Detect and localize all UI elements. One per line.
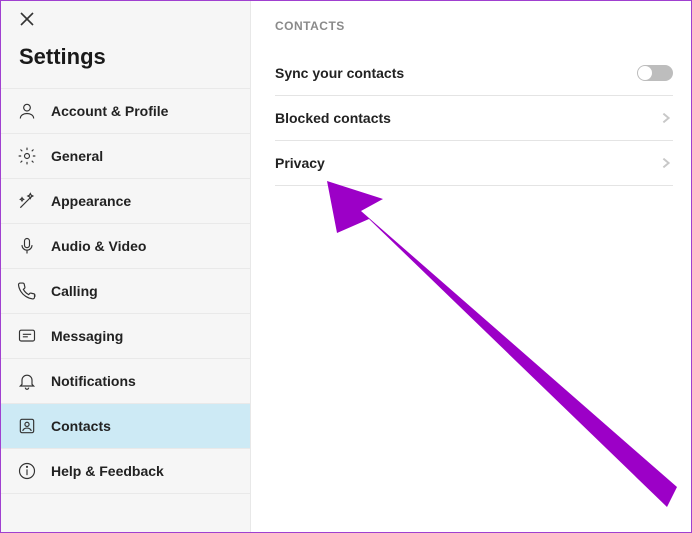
sidebar-item-label: Account & Profile	[51, 103, 168, 119]
sidebar-item-messaging[interactable]: Messaging	[1, 313, 250, 358]
sidebar-item-general[interactable]: General	[1, 133, 250, 178]
sidebar-item-label: Notifications	[51, 373, 136, 389]
row-label: Sync your contacts	[275, 65, 404, 81]
chevron-right-icon	[659, 156, 673, 170]
chat-icon	[17, 326, 37, 346]
sidebar-item-audio-video[interactable]: Audio & Video	[1, 223, 250, 268]
close-icon	[19, 14, 35, 31]
close-button[interactable]	[1, 1, 250, 36]
page-title: Settings	[1, 36, 250, 88]
sidebar-nav: Account & Profile General Appearance Aud…	[1, 88, 250, 494]
person-icon	[17, 101, 37, 121]
sidebar-item-calling[interactable]: Calling	[1, 268, 250, 313]
sidebar-item-notifications[interactable]: Notifications	[1, 358, 250, 403]
phone-icon	[17, 281, 37, 301]
sidebar-item-label: Contacts	[51, 418, 111, 434]
sidebar-item-label: General	[51, 148, 103, 164]
sidebar-item-account-profile[interactable]: Account & Profile	[1, 88, 250, 133]
row-sync-contacts: Sync your contacts	[275, 51, 673, 96]
settings-sidebar: Settings Account & Profile General Appea…	[1, 1, 251, 532]
row-blocked-contacts[interactable]: Blocked contacts	[275, 96, 673, 141]
sidebar-item-help-feedback[interactable]: Help & Feedback	[1, 448, 250, 494]
contacts-icon	[17, 416, 37, 436]
section-header: CONTACTS	[275, 19, 673, 33]
sidebar-item-contacts[interactable]: Contacts	[1, 403, 250, 448]
sidebar-item-label: Messaging	[51, 328, 123, 344]
chevron-right-icon	[659, 111, 673, 125]
row-label: Privacy	[275, 155, 325, 171]
sidebar-item-label: Appearance	[51, 193, 131, 209]
sidebar-item-label: Help & Feedback	[51, 463, 164, 479]
gear-icon	[17, 146, 37, 166]
wand-icon	[17, 191, 37, 211]
sidebar-item-label: Calling	[51, 283, 98, 299]
sync-contacts-toggle[interactable]	[637, 65, 673, 81]
info-icon	[17, 461, 37, 481]
row-privacy[interactable]: Privacy	[275, 141, 673, 186]
bell-icon	[17, 371, 37, 391]
row-label: Blocked contacts	[275, 110, 391, 126]
sidebar-item-appearance[interactable]: Appearance	[1, 178, 250, 223]
microphone-icon	[17, 236, 37, 256]
sidebar-item-label: Audio & Video	[51, 238, 146, 254]
content-panel: CONTACTS Sync your contacts Blocked cont…	[251, 1, 691, 532]
